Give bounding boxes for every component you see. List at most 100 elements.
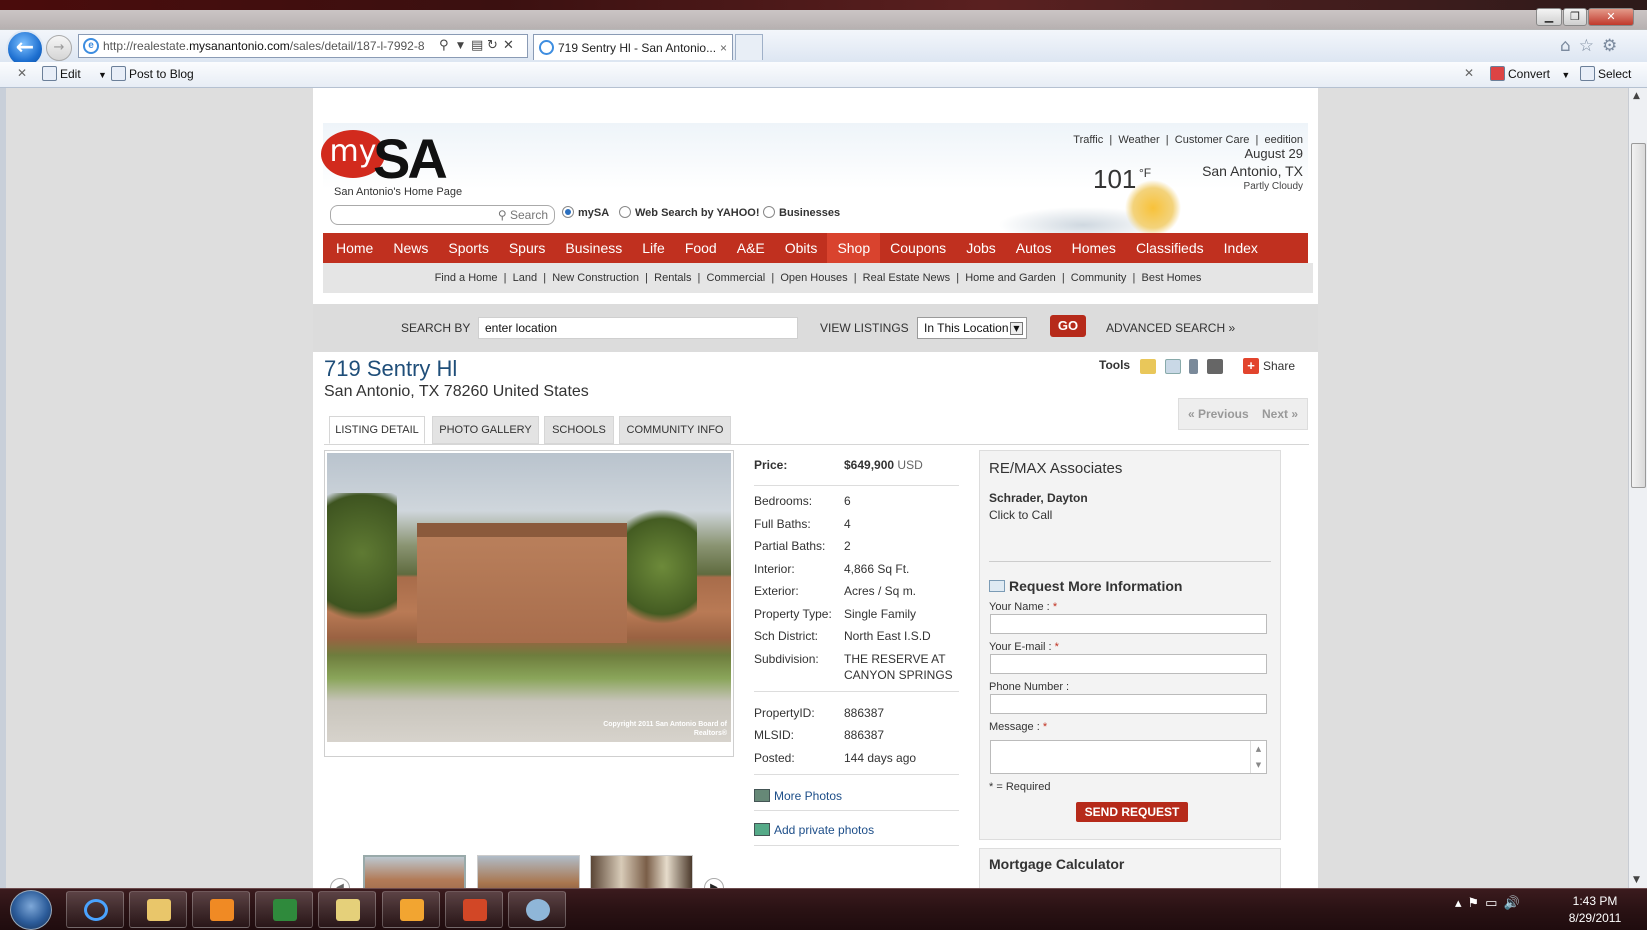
subnav-open-houses[interactable]: Open Houses	[780, 272, 847, 284]
select-button[interactable]: Select	[1580, 66, 1631, 81]
nav-home[interactable]: Home	[326, 233, 383, 263]
email-icon[interactable]	[1165, 359, 1181, 374]
thumb-prev-icon[interactable]: ◀	[330, 878, 350, 888]
link-customer-care[interactable]: Customer Care	[1175, 134, 1250, 146]
home-favorites-tools-icons[interactable]: ⌂☆⚙	[1560, 36, 1645, 58]
nav-sports[interactable]: Sports	[438, 233, 498, 263]
subnav-land[interactable]: Land	[513, 272, 537, 284]
subnav-new-construction[interactable]: New Construction	[552, 272, 639, 284]
nav-classifieds[interactable]: Classifieds	[1126, 233, 1214, 263]
taskbar-ie[interactable]	[66, 891, 124, 928]
system-tray-icons[interactable]: ▴⚑▭🔊	[1455, 896, 1526, 911]
send-request-button[interactable]: SEND REQUEST	[1076, 802, 1188, 822]
folder-star-icon[interactable]	[1140, 359, 1156, 374]
site-search-input[interactable]: ⚲ Search	[330, 205, 555, 225]
nav-ae[interactable]: A&E	[727, 233, 775, 263]
main-photo[interactable]: Copyright 2011 San Antonio Board of Real…	[324, 450, 734, 757]
subnav-home-and-garden[interactable]: Home and Garden	[965, 272, 1056, 284]
link-traffic[interactable]: Traffic	[1073, 134, 1103, 146]
forward-button[interactable]: →	[46, 35, 72, 61]
nav-news[interactable]: News	[383, 233, 438, 263]
compat-view-icon[interactable]: ▤	[471, 35, 483, 57]
logo-sa[interactable]: SA	[373, 126, 448, 191]
previous-link[interactable]: « Previous	[1188, 407, 1249, 421]
thumbnail-3[interactable]	[590, 855, 693, 888]
nav-obits[interactable]: Obits	[775, 233, 828, 263]
dropdown-icon[interactable]: ▼	[457, 35, 464, 57]
add-private-photos-link[interactable]: Add private photos	[754, 823, 874, 837]
view-listings-select[interactable]: In This Location ▼	[917, 317, 1027, 339]
subnav-best-homes[interactable]: Best Homes	[1142, 272, 1202, 284]
taskbar-explorer[interactable]	[129, 891, 187, 928]
tab-listing-detail[interactable]: LISTING DETAIL	[329, 416, 425, 444]
scroll-thumb[interactable]	[1631, 143, 1646, 488]
address-bar[interactable]: e http://realestate.mysanantonio.com/sal…	[78, 34, 528, 58]
taskbar-outlook[interactable]	[382, 891, 440, 928]
mobile-icon[interactable]	[1189, 359, 1198, 374]
taskbar-excel[interactable]	[255, 891, 313, 928]
advanced-search-link[interactable]: ADVANCED SEARCH »	[1106, 321, 1235, 335]
your-name-input[interactable]	[990, 614, 1267, 634]
nav-index[interactable]: Index	[1214, 233, 1268, 263]
nav-shop[interactable]: Shop	[827, 233, 881, 263]
taskbar-paint[interactable]	[508, 891, 566, 928]
go-button[interactable]: GO	[1050, 315, 1086, 337]
nav-business[interactable]: Business	[555, 233, 632, 263]
nav-food[interactable]: Food	[675, 233, 727, 263]
more-photos-link[interactable]: More Photos	[754, 789, 842, 803]
subnav-find-a-home[interactable]: Find a Home	[435, 272, 498, 284]
tab-listing[interactable]: 719 Sentry Hl - San Antonio... ×	[533, 34, 733, 60]
subnav-rentals[interactable]: Rentals	[654, 272, 691, 284]
next-link[interactable]: Next »	[1262, 407, 1298, 421]
search-icon[interactable]: ⚲	[439, 35, 449, 57]
close-tab-icon[interactable]: ×	[720, 35, 727, 60]
tab-photo-gallery[interactable]: PHOTO GALLERY	[432, 416, 539, 444]
stop-icon[interactable]: ✕	[503, 35, 514, 57]
minimize-button[interactable]: ▁	[1536, 8, 1562, 26]
subnav-real-estate-news[interactable]: Real Estate News	[863, 272, 950, 284]
close-window-button[interactable]: ✕	[1588, 8, 1634, 26]
click-to-call-link[interactable]: Click to Call	[989, 508, 1052, 522]
nav-jobs[interactable]: Jobs	[956, 233, 1006, 263]
phone-number-input[interactable]	[990, 694, 1267, 714]
message-textarea[interactable]: ▲ ▼	[990, 740, 1267, 774]
new-tab-button[interactable]	[735, 34, 763, 60]
nav-coupons[interactable]: Coupons	[880, 233, 956, 263]
location-input[interactable]: enter location	[478, 317, 798, 339]
taskbar-folders[interactable]	[318, 891, 376, 928]
print-icon[interactable]	[1207, 359, 1223, 374]
close-toolbar-icon[interactable]: ✕	[17, 66, 27, 80]
maximize-button[interactable]: ❐	[1563, 8, 1587, 26]
link-eedition[interactable]: eedition	[1264, 134, 1303, 146]
radio-yahoo[interactable]: Web Search by YAHOO!	[619, 206, 760, 219]
scroll-down-icon[interactable]: ▼	[1633, 875, 1640, 885]
nav-autos[interactable]: Autos	[1006, 233, 1062, 263]
link-weather[interactable]: Weather	[1118, 134, 1159, 146]
thumbnail-2[interactable]	[477, 855, 580, 888]
edit-button[interactable]: Edit ▼	[42, 66, 107, 81]
close-pdf-toolbar-icon[interactable]: ✕	[1464, 66, 1474, 80]
radio-businesses[interactable]: Businesses	[763, 206, 840, 219]
taskbar-powerpoint[interactable]	[445, 891, 503, 928]
taskbar-clock[interactable]: 1:43 PM 8/29/2011	[1560, 893, 1630, 927]
tab-community-info[interactable]: COMMUNITY INFO	[619, 416, 731, 444]
nav-homes[interactable]: Homes	[1062, 233, 1126, 263]
refresh-icon[interactable]: ↻	[487, 35, 498, 57]
convert-button[interactable]: Convert ▼	[1490, 66, 1570, 81]
tab-schools[interactable]: SCHOOLS	[544, 416, 614, 444]
your-email-input[interactable]	[990, 654, 1267, 674]
post-to-blog-button[interactable]: Post to Blog	[111, 66, 194, 81]
thumb-next-icon[interactable]: ▶	[704, 878, 724, 888]
vertical-scrollbar[interactable]: ▲ ▼	[1628, 88, 1647, 888]
share-button[interactable]: + Share	[1243, 358, 1295, 374]
thumbnail-1[interactable]	[363, 855, 466, 888]
subnav-community[interactable]: Community	[1071, 272, 1127, 284]
radio-mysa[interactable]: mySA	[562, 206, 609, 219]
nav-life[interactable]: Life	[632, 233, 675, 263]
taskbar-media-player[interactable]	[192, 891, 250, 928]
nav-spurs[interactable]: Spurs	[499, 233, 556, 263]
textarea-scrollbar[interactable]: ▲ ▼	[1250, 741, 1266, 773]
scroll-up-icon[interactable]: ▲	[1633, 91, 1640, 101]
subnav-commercial[interactable]: Commercial	[707, 272, 766, 284]
start-button[interactable]	[10, 890, 52, 930]
